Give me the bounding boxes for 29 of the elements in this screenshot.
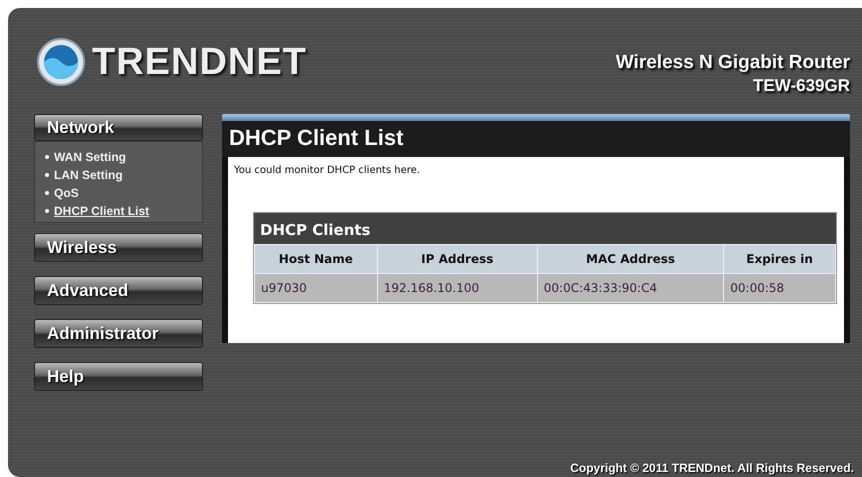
page-title: DHCP Client List: [222, 114, 850, 157]
menu-button[interactable]: Network: [34, 114, 203, 141]
table-title: DHCP Clients: [259, 220, 372, 241]
logo-text: TRENDNET: [92, 40, 307, 84]
submenu-link[interactable]: QoS: [54, 186, 79, 200]
column-header: IP Address: [377, 244, 538, 274]
bullet-icon: [45, 173, 49, 177]
table-cell: 00:0C:43:33:90:C4: [537, 274, 724, 302]
model-name: TEW-639GR: [752, 76, 850, 96]
description-text: You could monitor DHCP clients here.: [234, 165, 421, 176]
column-header: Host Name: [254, 244, 378, 274]
table-cell: 00:00:58: [724, 274, 836, 302]
submenu-link[interactable]: DHCP Client List: [54, 204, 150, 218]
column-header: MAC Address: [537, 244, 724, 274]
product-name: Wireless N Gigabit Router: [616, 52, 850, 74]
menu-button[interactable]: Help: [34, 362, 203, 391]
submenu-link[interactable]: LAN Setting: [54, 168, 123, 182]
table-cell: 192.168.10.100: [377, 274, 538, 302]
bullet-icon: [45, 191, 49, 195]
menu-button[interactable]: Wireless: [34, 233, 203, 262]
menu-button[interactable]: Administrator: [34, 319, 203, 348]
bullet-icon: [45, 209, 49, 213]
bullet-icon: [45, 155, 49, 159]
menu-button[interactable]: Advanced: [34, 276, 203, 305]
submenu-link[interactable]: WAN Setting: [54, 150, 126, 164]
copyright-text: Copyright © 2011 TRENDnet. All Rights Reserved.: [570, 461, 855, 477]
logo-icon: [36, 37, 86, 87]
table-cell: u97030: [254, 274, 378, 302]
column-header: Expires in: [724, 244, 836, 274]
